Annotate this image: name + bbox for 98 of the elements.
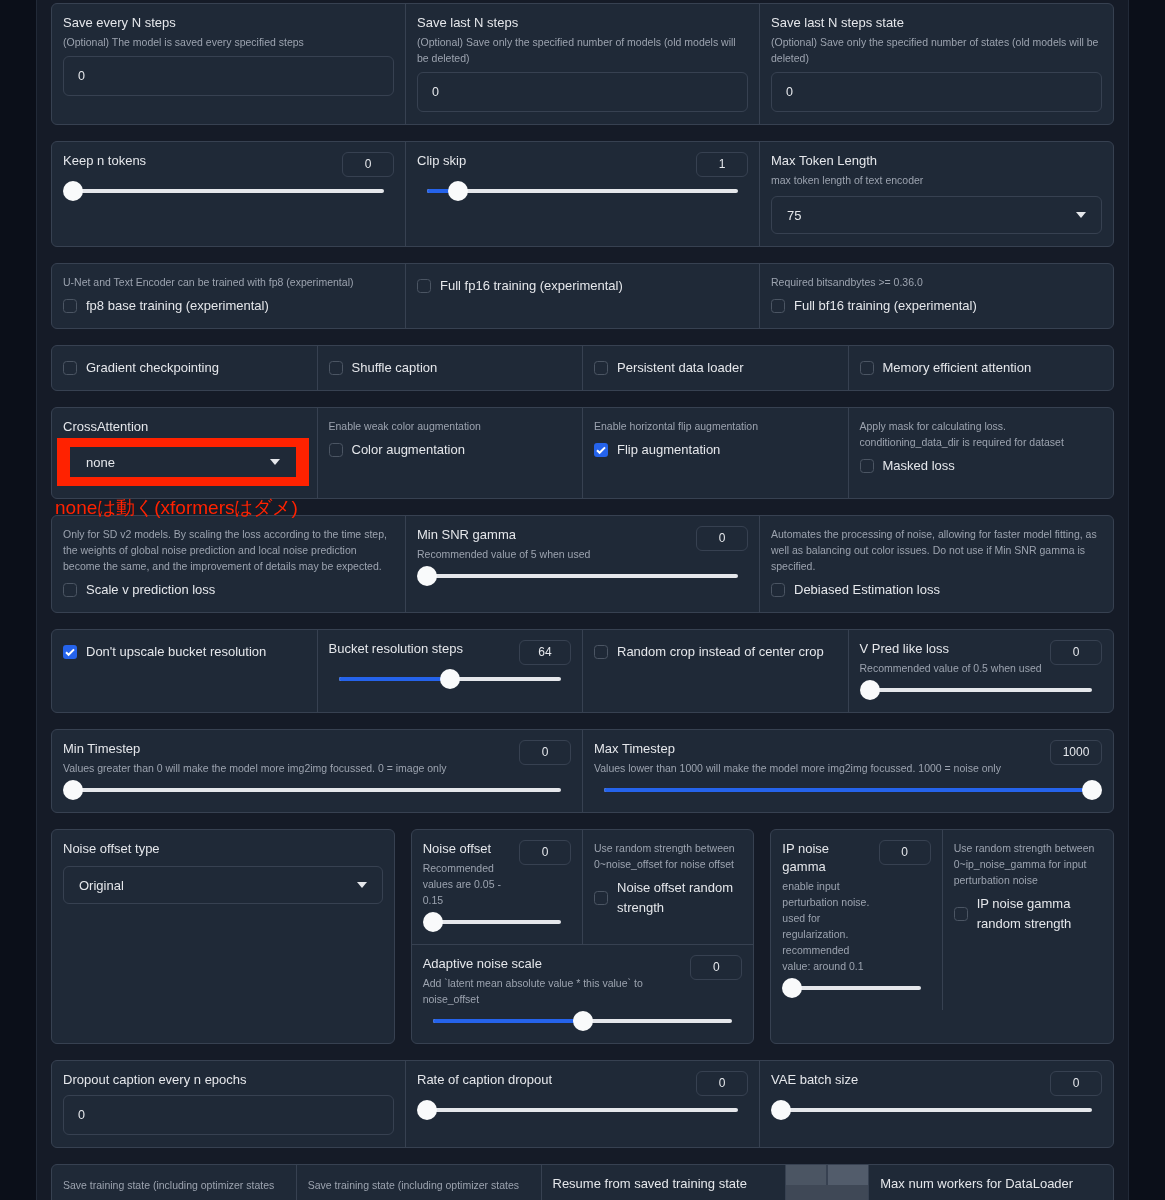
number-field[interactable]: 0	[696, 526, 748, 551]
caret-icon	[269, 459, 280, 465]
slider-label: V Pred like loss	[859, 640, 951, 658]
field-label: Resume from saved training state	[552, 1175, 748, 1193]
checkbox-label[interactable]: Full fp16 training (experimental)	[440, 276, 623, 296]
number-field[interactable]: 0	[696, 1071, 748, 1096]
slider-label: Clip skip	[417, 152, 468, 170]
number-field[interactable]: 0	[417, 72, 748, 112]
number-field[interactable]: 0	[63, 56, 394, 96]
checkbox[interactable]	[594, 361, 608, 375]
checkbox-label[interactable]: Masked loss	[882, 456, 955, 476]
help-text: Enable horizontal flip augmentation	[594, 419, 760, 434]
help-text: Use random strength between 0~ip_noise_gamma for input perturbation noise	[953, 841, 1096, 888]
field-label: Save last N steps state	[771, 14, 905, 32]
checkbox[interactable]	[63, 361, 77, 375]
help-text: Save training state (including optimizer states	[63, 1178, 276, 1193]
checkbox-label[interactable]: Noise offset random strength	[617, 878, 743, 918]
number-field[interactable]: 0	[63, 1095, 394, 1135]
slider-label: Bucket resolution steps	[328, 640, 464, 658]
help-text: Automates the processing of noise, allowing for faster model fitting, as well as balancing out color issues. Do not use if Min SNR gamma is specified.	[771, 527, 1098, 574]
help-text: (Optional) The model is saved every specified steps	[63, 35, 305, 50]
checkbox[interactable]	[328, 361, 343, 375]
help-text: enable input perturbation noise. used for regularization. recommended value: around 0.1	[782, 879, 871, 974]
slider-label: Min Timestep	[63, 740, 142, 758]
slider-label: Min SNR gamma	[417, 526, 517, 544]
checkbox-label[interactable]: Debiased Estimation loss	[794, 580, 940, 600]
help-text: Required bitsandbytes >= 0.36.0	[771, 275, 924, 290]
help-text: Use random strength between 0~noise_offset for noise offset	[594, 841, 736, 872]
field-label: Max Token Length	[771, 152, 878, 170]
number-field[interactable]: 0	[1050, 1071, 1102, 1096]
checkbox[interactable]	[953, 907, 968, 921]
help-text: Values greater than 0 will make the model more img2img focussed. 0 = image only	[63, 761, 448, 776]
checkbox-label[interactable]: Persistent data loader	[617, 358, 744, 378]
field-label: Noise offset type	[63, 840, 161, 858]
help-text: Add `latent mean absolute value * this value` to noise_offset	[422, 976, 644, 1007]
caret-icon	[1076, 212, 1086, 218]
number-field[interactable]: 0	[1050, 640, 1102, 665]
help-text: Apply mask for calculating loss. conditioning_data_dir is required for dataset	[859, 419, 1065, 450]
caret-icon	[356, 882, 367, 888]
checkbox-label[interactable]: IP noise gamma random strength	[976, 894, 1103, 934]
number-field[interactable]: 1000	[1050, 740, 1102, 765]
checkbox[interactable]	[63, 583, 77, 597]
slider-label: Keep n tokens	[63, 152, 148, 170]
help-text: Only for SD v2 models. By scaling the loss according to the time step, the weights of global noise prediction and local noise prediction become the same, and the improvement of details may be expected.	[63, 527, 388, 574]
dropdown[interactable]: none	[70, 447, 296, 477]
checkbox[interactable]	[63, 299, 77, 313]
number-field[interactable]: 0	[342, 152, 394, 177]
checkbox[interactable]	[771, 583, 785, 597]
help-text: Recommended value of 5 when used	[417, 547, 592, 562]
checkbox[interactable]	[328, 443, 343, 457]
help-text: max token length of text encoder	[771, 173, 925, 188]
help-text: (Optional) Save only the specified number of models (old models will be deleted)	[417, 35, 737, 66]
checkbox-label[interactable]: Flip augmentation	[617, 440, 721, 460]
help-text: Recommended value of 0.5 when used	[859, 661, 1042, 676]
checkbox[interactable]	[63, 645, 77, 659]
field-label: Max num workers for DataLoader	[880, 1175, 1075, 1193]
checkbox-label[interactable]: Gradient checkpointing	[86, 358, 219, 378]
field-label: CrossAttention	[63, 418, 150, 436]
field-label: Dropout caption every n epochs	[63, 1071, 248, 1089]
help-text: (Optional) Save only the specified number of states (old models will be deleted)	[771, 35, 1100, 66]
checkbox-label[interactable]: Full bf16 training (experimental)	[794, 296, 977, 316]
number-field[interactable]: 0	[771, 72, 1102, 112]
help-text: U-Net and Text Encoder can be trained with fp8 (experimental)	[63, 275, 355, 290]
number-field[interactable]: 0	[519, 840, 571, 865]
field-label: Save last N steps	[417, 14, 520, 32]
number-field[interactable]: 0	[878, 840, 931, 865]
slider-label: Max Timestep	[594, 740, 676, 758]
checkbox[interactable]	[594, 891, 608, 905]
number-field[interactable]: 64	[519, 640, 571, 665]
slider-label: IP noise gamma	[782, 840, 831, 876]
dropdown[interactable]: 75	[771, 196, 1102, 234]
checkbox[interactable]	[859, 361, 874, 375]
checkbox-label[interactable]: Scale v prediction loss	[86, 580, 216, 600]
checkbox[interactable]	[417, 279, 431, 293]
field-label: Save every N steps	[63, 14, 177, 32]
checkbox-label[interactable]: Random crop instead of center crop	[617, 642, 824, 662]
checkbox[interactable]	[594, 645, 608, 659]
dropdown[interactable]: Original	[63, 866, 383, 904]
help-text: Recommended values are 0.05 - 0.15	[422, 861, 502, 908]
checkbox-label[interactable]: fp8 base training (experimental)	[86, 296, 269, 316]
number-field[interactable]: 0	[690, 955, 743, 980]
checkbox[interactable]	[859, 459, 874, 473]
checkbox-label[interactable]: Memory efficient attention	[882, 358, 1032, 378]
help-text: Enable weak color augmentation	[328, 419, 482, 434]
checkbox-label[interactable]: Color augmentation	[351, 440, 465, 460]
slider-label: Rate of caption dropout	[417, 1071, 554, 1089]
checkbox[interactable]	[771, 299, 785, 313]
number-field[interactable]: 1	[696, 152, 748, 177]
checkbox-label[interactable]: Shuffle caption	[351, 358, 438, 378]
checkbox[interactable]	[594, 443, 608, 457]
number-field[interactable]: 0	[519, 740, 571, 765]
slider-label: Noise offset	[422, 840, 493, 858]
slider-label: VAE batch size	[771, 1071, 860, 1089]
help-text: Save training state (including optimizer states	[307, 1178, 521, 1193]
slider-label: Adaptive noise scale	[422, 955, 543, 973]
checkbox-label[interactable]: Don't upscale bucket resolution	[86, 642, 267, 662]
annotation-text: noneは動く(xformersはダメ)	[55, 496, 298, 520]
help-text: Values lower than 1000 will make the model more img2img focussed. 1000 = noise only	[594, 761, 1002, 776]
